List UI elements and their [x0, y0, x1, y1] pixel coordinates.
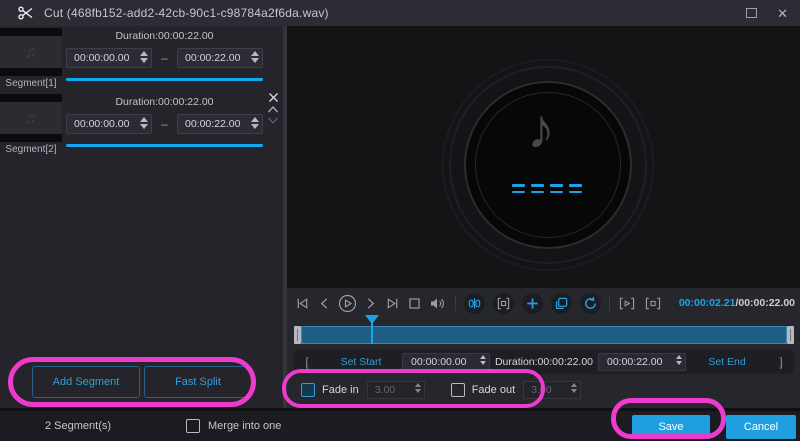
open-bracket: [	[305, 355, 309, 369]
timeline-slider[interactable]	[294, 315, 794, 344]
music-note-icon: ♫	[0, 102, 62, 134]
trim-duration-label: Duration:00:00:22.00	[494, 356, 594, 368]
spinner-arrows[interactable]	[140, 51, 148, 63]
add-segment-plus-button[interactable]	[522, 292, 543, 314]
music-note-icon: ♫	[0, 36, 62, 68]
segment-1-range-bar[interactable]	[66, 78, 263, 81]
separator	[609, 295, 610, 311]
set-start-button[interactable]: Set Start	[320, 356, 402, 368]
range-dash: –	[161, 51, 168, 65]
scissors-icon	[18, 6, 34, 20]
spinner-arrows[interactable]	[414, 383, 421, 393]
delete-segment-icon[interactable]	[268, 92, 279, 103]
crop-region-button[interactable]	[493, 292, 514, 314]
trim-row: [ Set Start Duration:00:00:22.00 Set End…	[294, 350, 794, 374]
reset-button[interactable]	[580, 292, 601, 314]
spinner-arrows[interactable]	[480, 355, 486, 365]
set-end-button[interactable]: Set End	[686, 356, 768, 368]
segment-2-range-bar[interactable]	[66, 144, 263, 147]
trim-end-input[interactable]	[598, 353, 686, 371]
cut-dialog: Cut (468fb152-add2-42cb-90c1-c98784a2f6d…	[0, 0, 800, 441]
music-note-icon: ♪	[527, 97, 555, 160]
copy-segment-button[interactable]	[551, 292, 572, 314]
separator	[455, 295, 456, 311]
save-button[interactable]: Save	[632, 415, 710, 439]
spinner-arrows[interactable]	[571, 383, 578, 393]
fast-split-button[interactable]: Fast Split	[144, 366, 252, 398]
spinner-arrows[interactable]	[676, 355, 682, 365]
window-title: Cut (468fb152-add2-42cb-90c1-c98784a2f6d…	[44, 6, 329, 20]
trim-start-input[interactable]	[402, 353, 490, 371]
segment-1-end-input[interactable]	[177, 48, 263, 68]
title-bar: Cut (468fb152-add2-42cb-90c1-c98784a2f6d…	[0, 0, 800, 26]
segments-panel: ♫ Segment[1] ♫ Segment[2] Duration:00:00…	[0, 26, 283, 408]
preview-area: ♪	[287, 26, 800, 288]
cancel-button[interactable]: Cancel	[726, 415, 796, 439]
segment-2-editor: Duration:00:00:22.00 –	[66, 94, 263, 154]
play-icon[interactable]	[338, 294, 357, 313]
step-forward-icon[interactable]	[365, 296, 377, 311]
volume-icon[interactable]	[429, 296, 447, 311]
spinner-arrows[interactable]	[251, 51, 259, 63]
close-button[interactable]: ✕	[777, 7, 788, 20]
step-back-icon[interactable]	[318, 296, 330, 311]
close-bracket: ]	[779, 355, 783, 369]
segment-2-duration: Duration:00:00:22.00	[115, 96, 214, 108]
segment-1-label: Segment[1]	[5, 78, 57, 89]
trim-handle-right[interactable]	[787, 326, 794, 344]
total-time: /00:00:22.00	[735, 297, 795, 309]
timeline-selection[interactable]	[301, 326, 787, 344]
playback-controls-panel: 00:00:02.21/00:00:22.00 [ Set Start Dura…	[287, 288, 800, 408]
play-section-icon[interactable]	[618, 296, 636, 311]
jump-end-icon[interactable]	[385, 296, 400, 311]
trim-handle-left[interactable]	[294, 326, 301, 344]
segment-2-start-input[interactable]	[66, 114, 152, 134]
segment-1-editor: Duration:00:00:22.00 –	[66, 28, 263, 88]
add-segment-button[interactable]: Add Segment	[32, 366, 140, 398]
spinner-arrows[interactable]	[140, 117, 148, 129]
time-display: 00:00:02.21/00:00:22.00	[679, 297, 795, 309]
segment-2-label: Segment[2]	[5, 144, 57, 155]
segment-1-start-input[interactable]	[66, 48, 152, 68]
fade-out-checkbox[interactable]	[450, 383, 465, 397]
stop-icon[interactable]	[408, 297, 421, 310]
spinner-arrows[interactable]	[251, 117, 259, 129]
move-down-icon[interactable]	[267, 116, 279, 125]
fade-in-input[interactable]	[366, 381, 425, 399]
footer-bar: 2 Segment(s) Merge into one Save Cancel	[0, 408, 800, 441]
maximize-button[interactable]	[746, 8, 758, 18]
move-up-icon[interactable]	[267, 105, 279, 114]
playhead-line[interactable]	[371, 317, 373, 344]
fade-in-label: Fade in	[322, 384, 359, 396]
fade-out-label: Fade out	[471, 384, 516, 396]
merge-into-one-label: Merge into one	[208, 420, 282, 432]
equalizer-icon	[512, 184, 582, 193]
segment-2-end-input[interactable]	[177, 114, 263, 134]
fade-row: Fade in Fade out	[294, 378, 794, 402]
fade-out-input[interactable]	[523, 381, 582, 399]
transport-bar: 00:00:02.21/00:00:22.00	[295, 291, 795, 315]
segment-2-thumbnail[interactable]: ♫	[0, 94, 62, 142]
segment-1-duration: Duration:00:00:22.00	[115, 30, 214, 42]
stop-section-icon[interactable]	[644, 296, 662, 311]
split-segment-button[interactable]	[464, 292, 485, 314]
merge-into-one-checkbox[interactable]	[186, 419, 200, 433]
segment-count: 2 Segment(s)	[45, 420, 112, 432]
jump-start-icon[interactable]	[295, 296, 310, 311]
range-dash: –	[161, 117, 168, 131]
segment-1-thumbnail[interactable]: ♫	[0, 28, 62, 76]
fade-in-checkbox[interactable]	[301, 383, 315, 397]
current-time: 00:00:02.21	[678, 297, 736, 309]
